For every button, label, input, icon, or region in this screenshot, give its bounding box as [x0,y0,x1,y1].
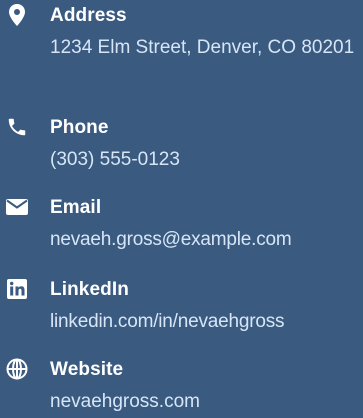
linkedin-value[interactable]: linkedin.com/in/nevaehgross [50,306,361,338]
phone-value[interactable]: (303) 555-0123 [50,144,361,176]
linkedin-icon [6,278,28,300]
website-value[interactable]: nevaehgross.com [50,386,361,418]
phone-icon [6,116,28,138]
address-label: Address [50,5,127,26]
website-label: Website [50,359,124,380]
address-value: 1234 Elm Street, Denver, CO 80201 [50,37,355,58]
email-value[interactable]: nevaeh.gross@example.com [50,224,361,256]
envelope-icon [6,196,28,218]
email-label: Email [50,197,102,218]
linkedin-label: LinkedIn [50,279,129,300]
phone-label: Phone [50,117,109,138]
globe-icon [6,358,28,380]
map-marker-icon [6,4,28,26]
contact-list: Address 1234 Elm Street, Denver, CO 8020… [0,0,363,417]
